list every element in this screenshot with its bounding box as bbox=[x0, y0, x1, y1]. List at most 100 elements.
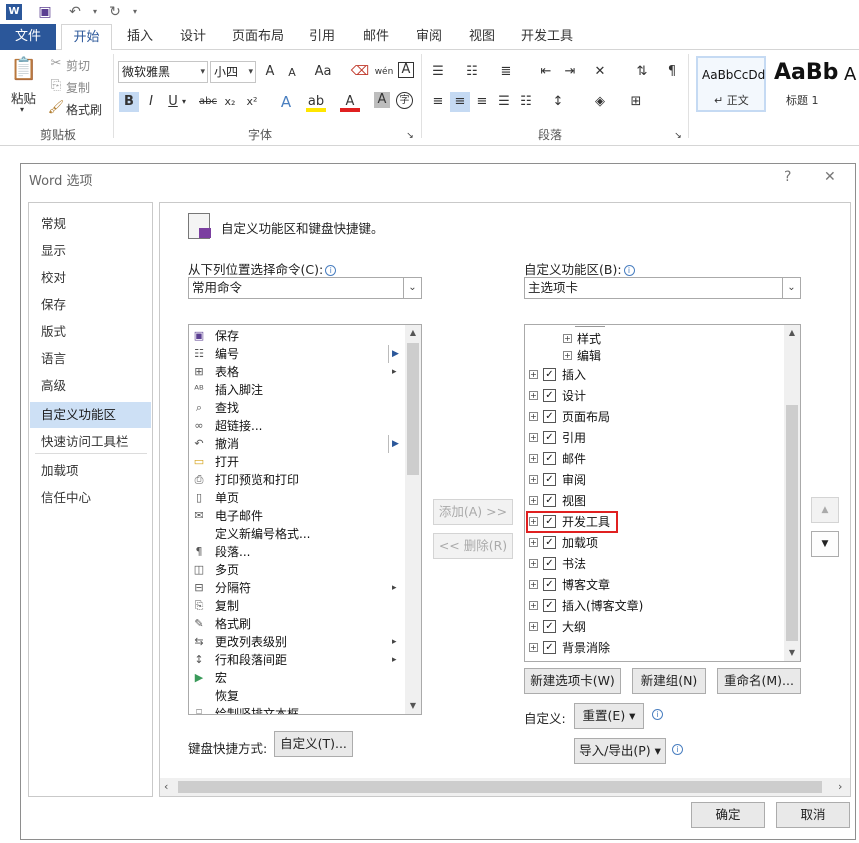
expand-icon[interactable]: + bbox=[529, 601, 538, 610]
panel-hscrollbar[interactable]: ‹ › bbox=[160, 778, 850, 796]
commands-scrollbar[interactable]: ▲ ▼ bbox=[405, 325, 421, 714]
remove-button[interactable]: << 删除(R) bbox=[433, 533, 513, 559]
cut-icon[interactable]: ✂ bbox=[46, 54, 66, 74]
list-item[interactable]: ⌸ 绘制竖排文本框 bbox=[189, 705, 403, 714]
nav-item[interactable]: 快速访问工具栏 bbox=[30, 429, 151, 455]
cut-button[interactable]: 剪切 bbox=[66, 57, 90, 74]
list-item[interactable]: ▯ 单页 bbox=[189, 489, 403, 507]
format-painter-button[interactable]: 格式刷 bbox=[66, 101, 102, 118]
list-item[interactable]: ↶ 撤消 ▶ bbox=[189, 435, 403, 453]
phonetic-guide-icon[interactable]: wén bbox=[374, 62, 394, 82]
scroll-up-icon[interactable]: ▲ bbox=[405, 325, 421, 341]
tree-item[interactable]: + ✓ 插入(博客文章) bbox=[525, 596, 781, 617]
format-painter-icon[interactable]: 🖌 bbox=[46, 98, 66, 118]
expand-icon[interactable]: + bbox=[563, 351, 572, 360]
customize-ribbon-combo[interactable]: 主选项卡 ⌄ bbox=[524, 277, 801, 299]
justify-icon[interactable]: ☰ bbox=[494, 92, 514, 112]
tree-item[interactable]: + ✓ 视图 bbox=[525, 491, 781, 512]
paste-icon[interactable]: 📋 bbox=[10, 56, 38, 84]
cancel-button[interactable]: 取消 bbox=[776, 802, 850, 828]
style-heading1[interactable]: AaBb 标题 1 bbox=[770, 56, 838, 112]
checkbox[interactable]: ✓ bbox=[543, 578, 556, 591]
increase-indent-icon[interactable]: ⇥ bbox=[560, 62, 580, 82]
style-next[interactable]: A bbox=[842, 56, 859, 112]
copy-icon[interactable]: ⎘ bbox=[46, 76, 66, 96]
new-group-button[interactable]: 新建组(N) bbox=[632, 668, 706, 694]
text-effects-icon[interactable]: A bbox=[276, 92, 296, 112]
list-item[interactable]: ⌕ 查找 bbox=[189, 399, 403, 417]
tree-item[interactable]: + 编辑 bbox=[525, 346, 781, 367]
tree-scrollbar[interactable]: ▲ ▼ bbox=[784, 325, 800, 661]
character-shading-icon[interactable]: A bbox=[374, 92, 390, 108]
list-item[interactable]: ⊞ 表格 ▸ bbox=[189, 363, 403, 381]
expand-icon[interactable]: + bbox=[529, 538, 538, 547]
multilevel-list-icon[interactable]: ≣ bbox=[496, 62, 516, 82]
expand-icon[interactable]: + bbox=[529, 370, 538, 379]
grow-font-icon[interactable]: A bbox=[260, 62, 280, 82]
numbering-icon[interactable]: ☷ bbox=[462, 62, 482, 82]
rename-button[interactable]: 重命名(M)... bbox=[717, 668, 801, 694]
nav-item[interactable]: 版式 bbox=[30, 319, 151, 345]
nav-item[interactable]: 加载项 bbox=[30, 458, 151, 484]
nav-item[interactable]: 语言 bbox=[30, 346, 151, 372]
tab-design[interactable]: 设计 bbox=[171, 24, 215, 50]
checkbox[interactable]: ✓ bbox=[543, 599, 556, 612]
tab-home[interactable]: 开始 bbox=[61, 24, 112, 51]
decrease-indent-icon[interactable]: ⇤ bbox=[536, 62, 556, 82]
scroll-thumb[interactable] bbox=[786, 405, 798, 641]
nav-item[interactable]: 高级 bbox=[30, 373, 151, 399]
tree-item[interactable]: + ✓ 书法 bbox=[525, 554, 781, 575]
nav-item[interactable]: 显示 bbox=[30, 238, 151, 264]
scroll-thumb[interactable] bbox=[407, 343, 419, 475]
checkbox[interactable]: ✓ bbox=[543, 557, 556, 570]
list-item[interactable]: ᴬᴮ 插入脚注 bbox=[189, 381, 403, 399]
word-logo-icon[interactable]: W bbox=[6, 4, 22, 20]
close-icon[interactable]: ✕ bbox=[824, 169, 836, 185]
move-up-button[interactable]: ▲ bbox=[811, 497, 839, 523]
clear-formatting-icon[interactable]: ⌫ bbox=[350, 62, 370, 82]
enclosed-char-icon[interactable]: 字 bbox=[396, 92, 413, 109]
undo-dropdown-icon[interactable]: ▾ bbox=[86, 3, 104, 21]
tab-layout[interactable]: 页面布局 bbox=[226, 24, 290, 50]
expand-icon[interactable]: + bbox=[529, 412, 538, 421]
superscript-button[interactable]: x² bbox=[242, 92, 262, 112]
checkbox[interactable]: ✓ bbox=[543, 368, 556, 381]
list-item[interactable]: ✉ 电子邮件 bbox=[189, 507, 403, 525]
borders-icon[interactable]: ⊞ bbox=[626, 92, 646, 112]
shrink-font-icon[interactable]: A bbox=[282, 63, 302, 83]
redo-dropdown-icon[interactable]: ▾ bbox=[126, 3, 144, 21]
sort-icon[interactable]: ⇅ bbox=[632, 62, 652, 82]
tree-item[interactable]: + ✓ 插入 bbox=[525, 365, 781, 386]
tree-item[interactable]: + ✓ 页面布局 bbox=[525, 407, 781, 428]
list-item[interactable]: ☷ 编号 ▶ bbox=[189, 345, 403, 363]
list-item[interactable]: ⎙ 打印预览和打印 bbox=[189, 471, 403, 489]
list-item[interactable]: ▶ 宏 bbox=[189, 669, 403, 687]
tab-review[interactable]: 审阅 bbox=[407, 24, 451, 50]
highlight-color-icon[interactable]: ab bbox=[306, 92, 326, 112]
scroll-down-icon[interactable]: ▼ bbox=[405, 698, 421, 714]
tab-references[interactable]: 引用 bbox=[300, 24, 344, 50]
choose-commands-combo[interactable]: 常用命令 ⌄ bbox=[188, 277, 422, 299]
add-button[interactable]: 添加(A) >> bbox=[433, 499, 513, 525]
checkbox[interactable]: ✓ bbox=[543, 641, 556, 654]
checkbox[interactable]: ✓ bbox=[543, 473, 556, 486]
checkbox[interactable]: ✓ bbox=[543, 410, 556, 423]
nav-item[interactable]: 保存 bbox=[30, 292, 151, 318]
distributed-icon[interactable]: ☷ bbox=[516, 92, 536, 112]
tree-item[interactable]: + ✓ 开发工具 bbox=[525, 511, 781, 533]
expand-icon[interactable]: + bbox=[529, 475, 538, 484]
font-size-combo[interactable]: 小四 ▾ bbox=[210, 61, 256, 83]
import-export-button[interactable]: 导入/导出(P) ▾ bbox=[574, 738, 666, 764]
expand-icon[interactable]: + bbox=[529, 433, 538, 442]
list-item[interactable]: ⇆ 更改列表级别 ▸ bbox=[189, 633, 403, 651]
tree-item[interactable]: + ✓ 邮件 bbox=[525, 449, 781, 470]
reset-button[interactable]: 重置(E) ▾ bbox=[574, 703, 644, 729]
keyboard-customize-button[interactable]: 自定义(T)... bbox=[274, 731, 353, 757]
paragraph-dialog-launcher-icon[interactable]: ↘ bbox=[673, 126, 683, 146]
copy-button[interactable]: 复制 bbox=[66, 79, 90, 96]
tab-view[interactable]: 视图 bbox=[460, 24, 504, 50]
list-item[interactable]: ∞ 超链接... bbox=[189, 417, 403, 435]
tab-developer[interactable]: 开发工具 bbox=[514, 24, 580, 50]
checkbox[interactable]: ✓ bbox=[543, 536, 556, 549]
style-normal[interactable]: AaBbCcDd ↵ 正文 bbox=[696, 56, 766, 112]
